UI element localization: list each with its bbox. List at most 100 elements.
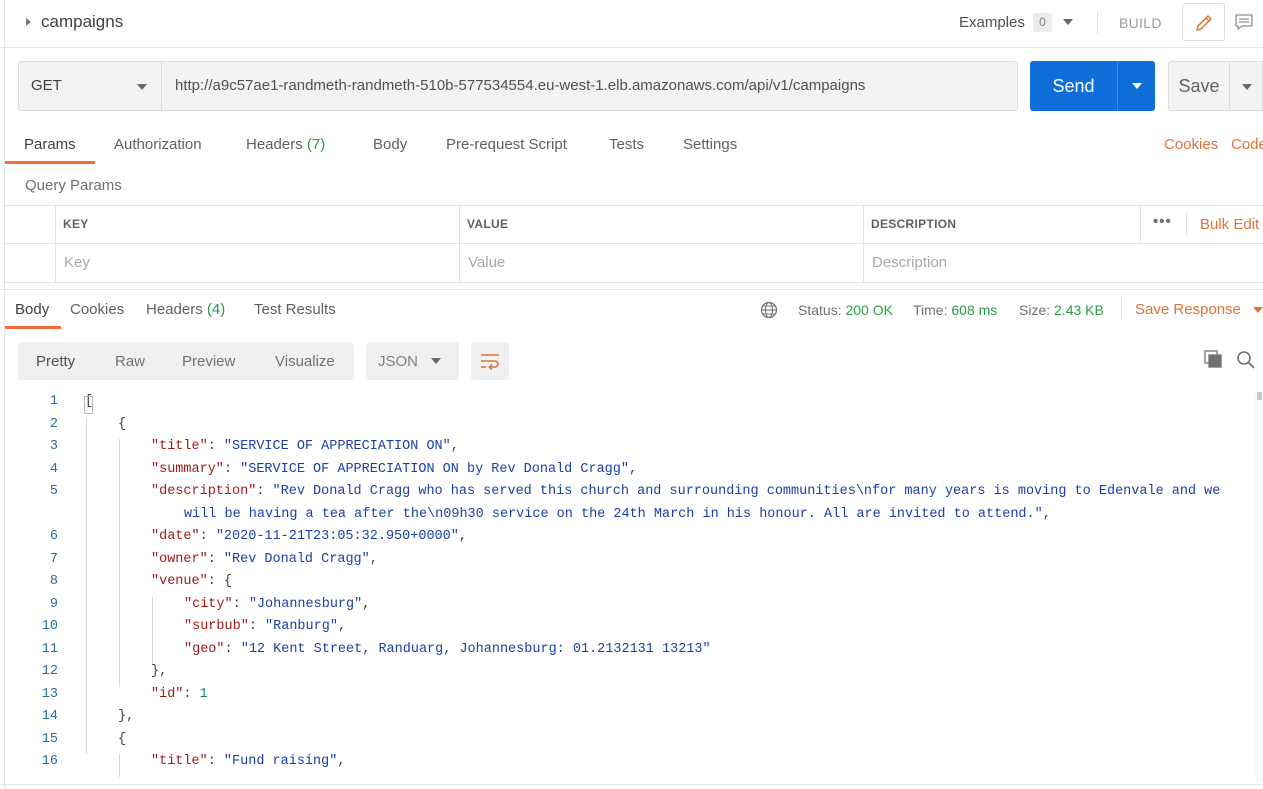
tab-headers-count: (7) — [306, 136, 326, 153]
collection-header — [0, 0, 1263, 48]
json-key: "city" — [184, 596, 233, 612]
line-number: 9 — [49, 596, 58, 612]
code-line: }, — [151, 664, 167, 679]
cookies-link[interactable]: Cookies — [1164, 136, 1218, 153]
pencil-icon — [1196, 15, 1212, 31]
json-key: "summary" — [151, 461, 224, 477]
response-tab-headers[interactable]: Headers (4) — [146, 301, 225, 318]
send-options-button[interactable] — [1117, 61, 1155, 111]
json-punctuation: , — [458, 529, 467, 544]
tab-settings[interactable]: Settings — [683, 136, 737, 153]
scrollbar-thumb[interactable] — [1257, 392, 1262, 400]
json-key: "id" — [151, 686, 184, 702]
view-raw-button[interactable]: Raw — [115, 353, 145, 370]
copy-icon[interactable] — [1203, 349, 1223, 369]
json-key: "title" — [151, 439, 208, 454]
json-punctuation: : { — [207, 574, 233, 589]
tab-tests[interactable]: Tests — [609, 136, 644, 153]
status-value: 200 OK — [845, 302, 893, 318]
view-visualize-button[interactable]: Visualize — [275, 353, 335, 370]
response-tab-test-results[interactable]: Test Results — [254, 301, 336, 318]
tab-headers[interactable]: Headers (7) — [246, 136, 325, 153]
line-number: 10 — [41, 619, 58, 634]
examples-count-badge: 0 — [1033, 13, 1052, 32]
divider — [1097, 12, 1098, 34]
chevron-down-icon[interactable] — [431, 358, 441, 364]
code-link[interactable]: Code — [1231, 136, 1263, 153]
examples-dropdown-label[interactable]: Examples — [959, 14, 1025, 31]
chevron-down-icon[interactable] — [137, 84, 147, 90]
code-line: { — [118, 417, 126, 432]
response-tab-body[interactable]: Body — [15, 301, 49, 318]
code-line: "title": "Fund raising", — [151, 754, 345, 769]
code-line: { — [118, 732, 126, 747]
more-options-icon[interactable]: ••• — [1153, 213, 1172, 230]
save-response-button[interactable]: Save Response — [1135, 301, 1241, 318]
value-input[interactable]: Value — [468, 254, 505, 271]
query-params-heading: Query Params — [25, 177, 122, 194]
description-input[interactable]: Description — [872, 254, 947, 271]
view-preview-button[interactable]: Preview — [182, 353, 235, 370]
tab-authorization[interactable]: Authorization — [114, 136, 202, 153]
indent-guide — [86, 416, 87, 754]
line-number: 5 — [49, 484, 58, 499]
send-button[interactable]: Send — [1030, 61, 1117, 111]
line-number: 12 — [41, 664, 58, 679]
chevron-down-icon[interactable] — [1063, 19, 1073, 25]
code-line: }, — [118, 709, 134, 724]
line-number: 8 — [49, 574, 58, 589]
wrap-lines-button[interactable] — [471, 342, 509, 380]
json-punctuation: , — [362, 596, 371, 612]
line-number: 2 — [49, 416, 58, 432]
json-punctuation: , — [369, 551, 378, 567]
line-number: 7 — [49, 551, 58, 567]
url-value[interactable]: http://a9c57ae1-randmeth-randmeth-510b-5… — [175, 77, 865, 94]
divider — [1121, 298, 1122, 320]
key-input[interactable]: Key — [64, 254, 90, 271]
json-punctuation: : — [224, 641, 241, 657]
collection-name[interactable]: campaigns — [41, 12, 123, 32]
size-label: Size: — [1019, 302, 1051, 318]
response-headers-label: Headers — [146, 301, 203, 318]
line-number: 4 — [49, 461, 58, 477]
method-label: GET — [31, 77, 62, 94]
edit-button[interactable] — [1182, 3, 1225, 41]
line-number: 3 — [49, 439, 58, 454]
json-key: "surbub" — [184, 619, 249, 634]
comment-icon[interactable] — [1234, 12, 1254, 32]
divider — [863, 205, 864, 283]
json-punctuation: : — [248, 619, 266, 634]
save-options-button[interactable] — [1230, 61, 1263, 111]
json-key: "title" — [151, 754, 208, 769]
globe-icon[interactable] — [760, 301, 778, 319]
tab-params[interactable]: Params — [24, 136, 76, 153]
tab-body[interactable]: Body — [373, 136, 407, 153]
tab-headers-label: Headers — [246, 136, 303, 153]
json-key: "venue" — [151, 574, 208, 589]
json-key: "owner" — [151, 551, 208, 567]
indent-guide — [119, 754, 120, 777]
view-pretty-button[interactable]: Pretty — [36, 353, 75, 370]
json-string: "Ranburg" — [265, 619, 338, 634]
json-string: "2020-11-21T23:05:32.950+0000" — [215, 529, 459, 544]
response-tab-cookies[interactable]: Cookies — [70, 301, 124, 318]
json-string: "Rev Donald Cragg" — [223, 551, 370, 567]
json-punctuation: : — [183, 686, 200, 702]
divider — [459, 205, 460, 283]
code-line: "geo": "12 Kent Street, Randuarg, Johann… — [184, 642, 711, 657]
search-icon[interactable] — [1236, 350, 1256, 370]
build-mode-button[interactable]: BUILD — [1119, 15, 1162, 31]
json-punctuation: : — [199, 529, 216, 544]
caret-right-icon[interactable] — [26, 18, 31, 26]
bulk-edit-link[interactable]: Bulk Edit — [1200, 216, 1259, 233]
save-button[interactable]: Save — [1168, 61, 1230, 111]
response-body-viewer[interactable]: 1[2{3 "title": "SERVICE OF APPRECIATION O… — [5, 392, 1255, 782]
tab-prerequest-script[interactable]: Pre-request Script — [446, 136, 567, 153]
json-punctuation: , — [337, 754, 346, 769]
chevron-down-icon[interactable] — [1253, 307, 1263, 313]
code-line: "id": 1 — [151, 687, 208, 702]
scrollbar[interactable] — [1255, 392, 1263, 782]
code-line: "surbub": "Ranburg", — [184, 619, 346, 634]
line-number: 13 — [41, 686, 58, 702]
json-punctuation: , — [1042, 506, 1051, 522]
